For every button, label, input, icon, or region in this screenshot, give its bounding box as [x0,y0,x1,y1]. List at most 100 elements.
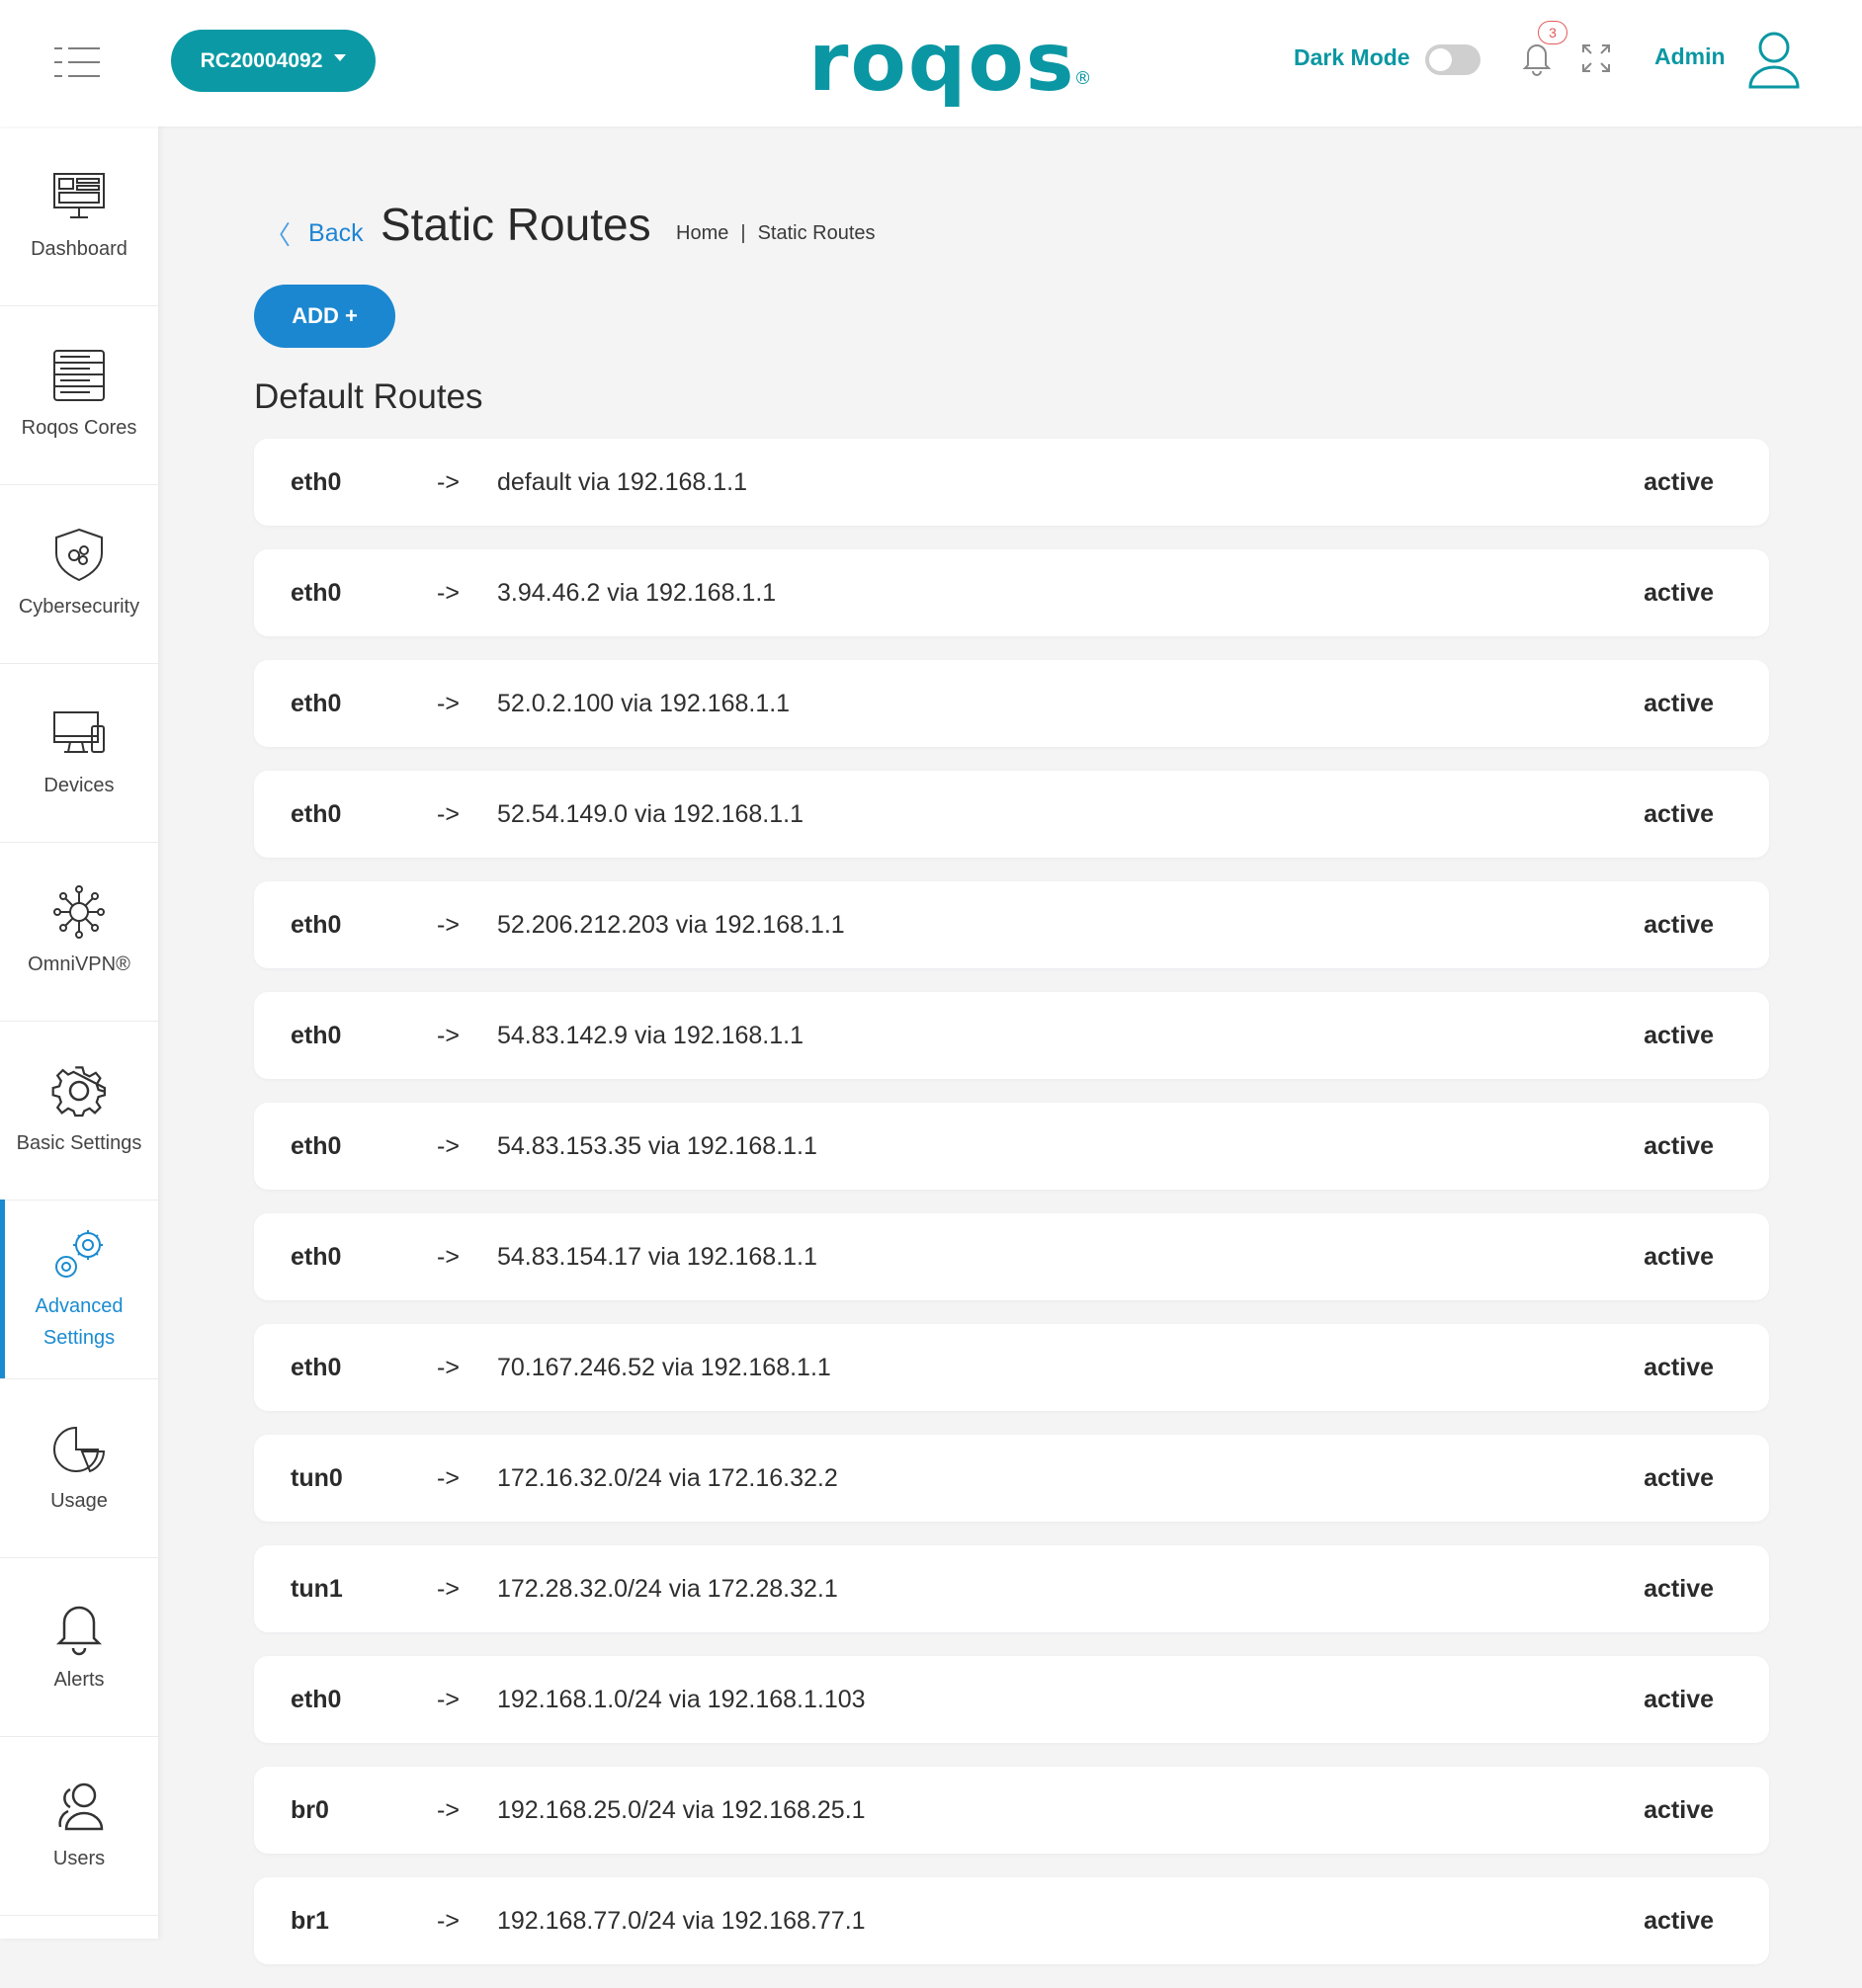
network-hub-icon [53,884,105,939]
route-destination: 54.83.153.35 via 192.168.1.1 [497,1132,817,1160]
route-destination: 3.94.46.2 via 192.168.1.1 [497,579,777,607]
route-row[interactable]: eth0 -> default via 192.168.1.1 active [254,439,1769,526]
caret-down-icon [334,54,347,61]
route-row[interactable]: eth0 -> 52.206.212.203 via 192.168.1.1 acti… [254,881,1769,968]
route-arrow: -> [437,911,460,939]
route-arrow: -> [437,468,460,496]
back-link[interactable]: 〈 Back [265,215,364,252]
route-arrow: -> [437,1575,460,1603]
breadcrumb-separator: | [740,222,746,244]
sidebar-label: Devices [43,774,115,796]
sidebar-item-cybersecurity[interactable]: Cybersecurity [0,484,158,664]
sidebar-label: OmniVPN® [28,953,130,975]
user-name-label[interactable]: Admin [1654,43,1726,70]
route-arrow: -> [437,800,460,828]
user-avatar-icon[interactable] [1747,30,1801,91]
pie-chart-icon [53,1426,106,1472]
route-row[interactable]: eth0 -> 54.83.154.17 via 192.168.1.1 active [254,1213,1769,1300]
sidebar-label: Roqos Cores [21,416,137,439]
route-status: active [1644,1796,1714,1824]
sidebar-label: Alerts [53,1668,105,1691]
route-destination: 192.168.1.0/24 via 192.168.1.103 [497,1686,866,1713]
breadcrumb-home[interactable]: Home [676,222,728,245]
route-destination: 172.16.32.0/24 via 172.16.32.2 [497,1464,838,1492]
route-arrow: -> [437,579,460,607]
route-row[interactable]: tun0 -> 172.16.32.0/24 via 172.16.32.2 acti… [254,1435,1769,1522]
route-interface: eth0 [291,1686,342,1713]
sidebar-item-dashboard[interactable]: Dashboard [0,126,158,306]
sidebar-item-omnivpn[interactable]: OmniVPN® [0,842,158,1022]
route-status: active [1644,1686,1714,1713]
route-row[interactable]: eth0 -> 52.54.149.0 via 192.168.1.1 active [254,771,1769,858]
route-interface: eth0 [291,468,342,496]
breadcrumb-current: Static Routes [757,222,876,244]
route-destination: 52.0.2.100 via 192.168.1.1 [497,690,791,717]
route-row[interactable]: eth0 -> 54.83.153.35 via 192.168.1.1 active [254,1103,1769,1190]
sidebar-item-alerts[interactable]: Alerts [0,1557,158,1737]
route-interface: eth0 [291,1243,342,1271]
route-arrow: -> [437,1243,460,1271]
route-status: active [1644,1354,1714,1381]
route-arrow: -> [437,1464,460,1492]
sidebar-item-usage[interactable]: Usage [0,1378,158,1558]
sidebar-item-basic-settings[interactable]: Basic Settings [0,1021,158,1201]
route-status: active [1644,1132,1714,1160]
route-row[interactable]: br1 -> 192.168.77.0/24 via 192.168.77.1 act… [254,1877,1769,1964]
users-icon [58,1782,104,1830]
route-interface: br1 [291,1907,329,1935]
route-status: active [1644,468,1714,496]
route-arrow: -> [437,690,460,717]
route-destination: default via 192.168.1.1 [497,468,747,496]
sidebar-label: Users [52,1847,106,1869]
route-destination: 54.83.142.9 via 192.168.1.1 [497,1022,804,1049]
add-route-button[interactable]: ADD + [254,285,395,348]
route-status: active [1644,579,1714,607]
sidebar-label: Basic Settings [16,1131,142,1154]
routes-list: eth0 -> default via 192.168.1.1 active eth0 -… [254,439,1769,1988]
route-interface: eth0 [291,1022,342,1049]
device-selector-label: RC20004092 [200,48,323,72]
back-label: Back [308,219,364,247]
route-destination: 52.206.212.203 via 192.168.1.1 [497,911,845,939]
route-interface: eth0 [291,1132,342,1160]
breadcrumb: Home | Static Routes [676,222,876,245]
dark-mode-toggle[interactable] [1425,44,1481,75]
server-rack-icon [53,349,105,401]
sidebar-nav: Dashboard Roqos Cores Cybersecurity Devi… [0,126,158,1939]
route-status: active [1644,690,1714,717]
fullscreen-icon[interactable] [1581,43,1611,73]
route-row[interactable]: eth0 -> 3.94.46.2 via 192.168.1.1 active [254,549,1769,636]
route-destination: 54.83.154.17 via 192.168.1.1 [497,1243,817,1271]
route-interface: eth0 [291,800,342,828]
route-status: active [1644,1464,1714,1492]
route-row[interactable]: eth0 -> 54.83.142.9 via 192.168.1.1 active [254,992,1769,1079]
sidebar-item-advanced-settings[interactable]: Advanced Settings [0,1200,158,1379]
route-interface: tun1 [291,1575,343,1603]
roqos-logo: roqos ® [808,16,1094,110]
route-row[interactable]: br0 -> 192.168.25.0/24 via 192.168.25.1 act… [254,1767,1769,1854]
route-row[interactable]: eth0 -> 192.168.1.0/24 via 192.168.1.103 ac… [254,1656,1769,1743]
section-title: Default Routes [254,377,483,416]
chevron-left-icon: 〈 [265,220,292,250]
shield-icon [55,528,103,581]
route-arrow: -> [437,1022,460,1049]
sidebar-label: Cybersecurity [18,595,140,618]
route-arrow: -> [437,1907,460,1935]
route-status: active [1644,1022,1714,1049]
route-row[interactable]: tun1 -> 172.28.32.0/24 via 172.28.32.1 acti… [254,1545,1769,1632]
sidebar-label: Usage [50,1489,108,1512]
route-status: active [1644,911,1714,939]
route-status: active [1644,1907,1714,1935]
page-title: Static Routes [381,199,651,250]
route-destination: 192.168.25.0/24 via 192.168.25.1 [497,1796,866,1824]
sidebar-item-users[interactable]: Users [0,1736,158,1916]
route-interface: eth0 [291,690,342,717]
route-row[interactable]: eth0 -> 52.0.2.100 via 192.168.1.1 active [254,660,1769,747]
sidebar-item-devices[interactable]: Devices [0,663,158,843]
sidebar-item-roqos-cores[interactable]: Roqos Cores [0,305,158,485]
route-arrow: -> [437,1686,460,1713]
route-interface: eth0 [291,911,342,939]
menu-icon[interactable] [54,47,100,77]
device-selector-dropdown[interactable]: RC20004092 [171,30,376,92]
route-row[interactable]: eth0 -> 70.167.246.52 via 192.168.1.1 activ… [254,1324,1769,1411]
